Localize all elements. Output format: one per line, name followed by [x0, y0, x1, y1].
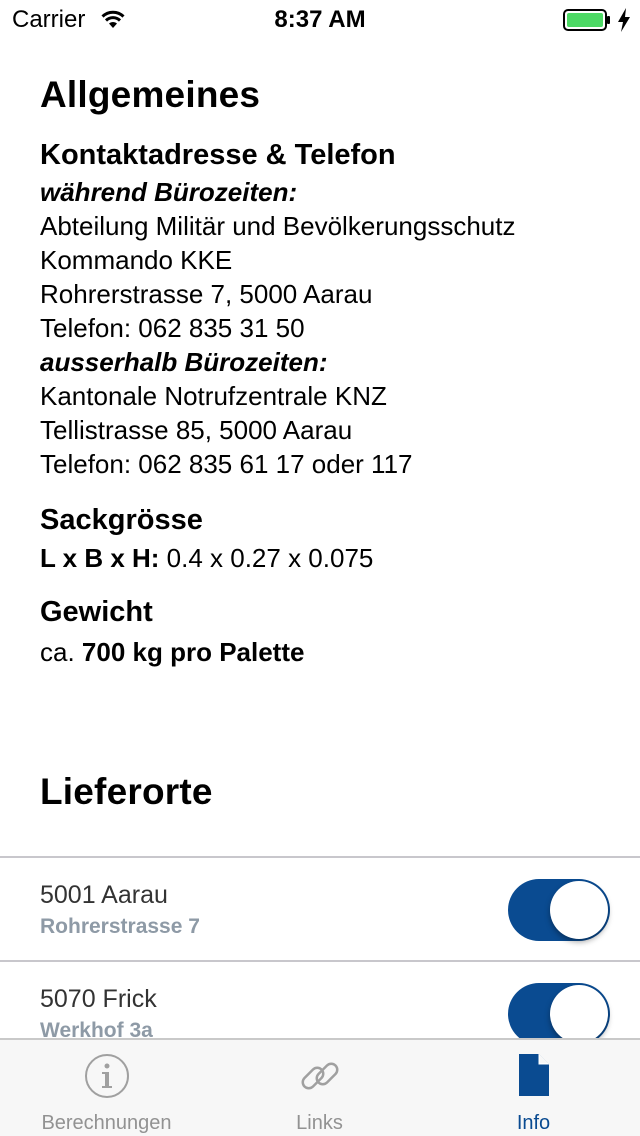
toggle-knob: [550, 985, 608, 1038]
battery-icon: [563, 9, 611, 36]
tab-label: Berechnungen: [41, 1112, 172, 1134]
location-subtitle: Rohrerstrasse 7: [40, 915, 200, 938]
location-subtitle: Werkhof 3a: [40, 1019, 153, 1038]
after-phone: Telefon: 062 835 61 17 oder 117: [40, 449, 413, 479]
office-line: Abteilung Militär und Bevölkerungsschutz: [40, 211, 516, 241]
bag-size-label: L x B x H:: [40, 543, 160, 573]
list-separator: [0, 856, 640, 858]
status-bar: Carrier 8:37 AM: [0, 0, 640, 40]
bag-size-line: L x B x H: 0.4 x 0.27 x 0.075: [40, 543, 373, 574]
location-title: 5001 Aarau: [40, 881, 168, 909]
tab-links[interactable]: Links: [213, 1040, 426, 1136]
tab-label: Links: [296, 1112, 343, 1134]
toggle-knob: [550, 881, 608, 939]
office-line: Rohrerstrasse 7, 5000 Aarau: [40, 279, 373, 309]
after-hours-label: ausserhalb Bürozeiten:: [40, 347, 328, 377]
info-content[interactable]: Allgemeines Kontaktadresse & Telefon wäh…: [0, 40, 640, 1038]
clock: 8:37 AM: [274, 6, 366, 33]
location-toggle[interactable]: [508, 879, 610, 941]
bag-size-title: Sackgrösse: [40, 504, 203, 536]
office-line: Kommando KKE: [40, 245, 233, 275]
tab-info[interactable]: Info: [427, 1040, 640, 1136]
weight-value: 700 kg pro Palette: [81, 637, 305, 667]
tab-label: Info: [516, 1112, 551, 1134]
document-icon: [517, 1052, 551, 1103]
info-circle-icon: [83, 1052, 131, 1105]
weight-line: ca. 700 kg pro Palette: [40, 637, 304, 668]
weight-title: Gewicht: [40, 596, 153, 628]
bag-size-value: 0.4 x 0.27 x 0.075: [159, 543, 374, 573]
general-heading: Allgemeines: [40, 74, 261, 115]
link-icon: [295, 1052, 345, 1105]
office-hours-label: während Bürozeiten:: [40, 177, 298, 207]
delivery-heading: Lieferorte: [40, 771, 213, 812]
after-line: Kantonale Notrufzentrale KNZ: [40, 381, 387, 411]
charging-icon: [617, 8, 631, 37]
location-title: 5070 Frick: [40, 985, 157, 1013]
tab-bar: Berechnungen Links Info: [0, 1038, 640, 1136]
tab-berechnungen[interactable]: Berechnungen: [0, 1040, 213, 1136]
contact-title: Kontaktadresse & Telefon: [40, 139, 396, 171]
after-line: Tellistrasse 85, 5000 Aarau: [40, 415, 353, 445]
weight-prefix: ca.: [40, 637, 82, 667]
list-separator: [0, 960, 640, 962]
office-phone: Telefon: 062 835 31 50: [40, 313, 305, 343]
location-toggle[interactable]: [508, 983, 610, 1038]
